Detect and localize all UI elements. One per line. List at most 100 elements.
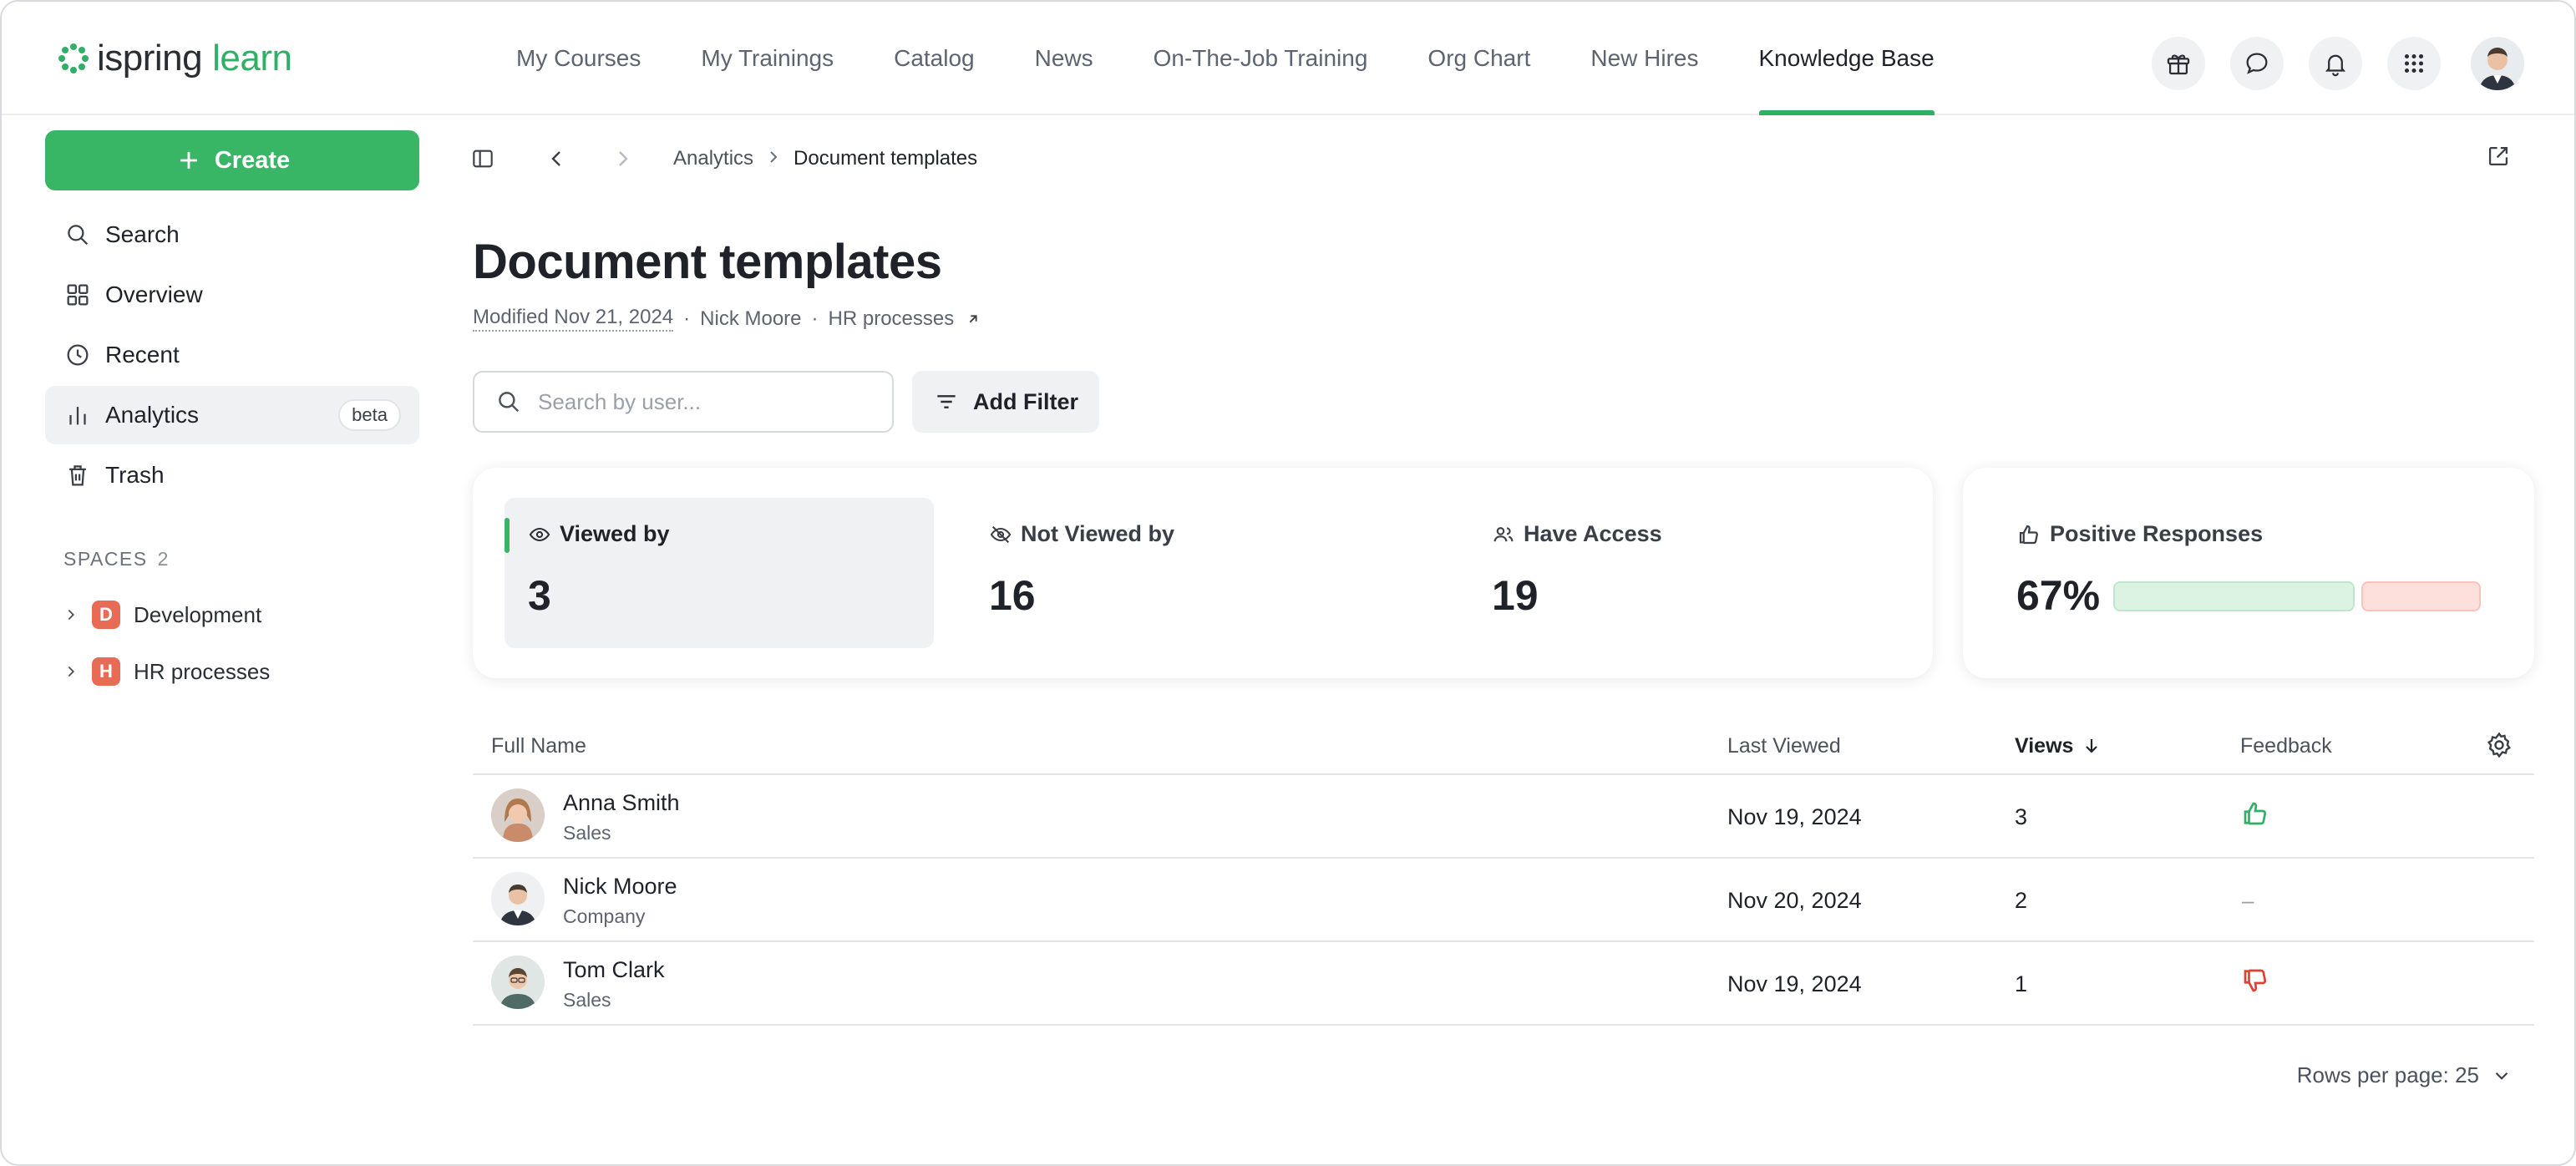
table-row[interactable]: Nick Moore Company Nov 20, 2024 2 – — [473, 859, 2534, 942]
stat-label-text: Viewed by — [560, 521, 670, 546]
chevron-right-icon[interactable] — [62, 662, 80, 681]
nav-news[interactable]: News — [1005, 2, 1123, 115]
stat-not-viewed-by[interactable]: Not Viewed by 16 — [966, 498, 1400, 648]
feedback-cell — [2240, 772, 2270, 855]
add-filter-button[interactable]: Add Filter — [912, 371, 1099, 433]
user-name: Tom Clark — [563, 957, 665, 982]
positive-responses-card: Positive Responses 67% — [1963, 468, 2534, 678]
user-photo — [491, 872, 545, 925]
breadcrumb: Analytics Document templates — [673, 147, 977, 171]
table-row[interactable]: Anna Smith Sales Nov 19, 2024 3 — [473, 775, 2534, 859]
add-filter-label: Add Filter — [973, 388, 1078, 414]
stat-label: Not Viewed by — [989, 521, 1174, 547]
column-views-label: Views — [2015, 733, 2074, 758]
notifications-button[interactable] — [2309, 37, 2362, 90]
page-title: Document templates — [473, 235, 942, 289]
chevron-right-icon[interactable] — [62, 606, 80, 624]
sidebar-item-recent[interactable]: Recent — [45, 326, 419, 384]
nav-my-trainings[interactable]: My Trainings — [671, 2, 864, 115]
search-icon — [499, 392, 520, 413]
gear-icon — [2487, 732, 2512, 758]
external-link-icon — [2488, 146, 2508, 166]
space-badge: D — [92, 601, 120, 629]
meta-separator: · — [811, 307, 819, 330]
logo-text-learn: learn — [212, 38, 292, 79]
chevron-down-icon — [2495, 1072, 2508, 1080]
table-settings-button[interactable] — [2484, 730, 2516, 762]
bar-chart-icon — [69, 407, 86, 425]
sidebar-item-overview[interactable]: Overview — [45, 266, 419, 324]
nav-knowledge-base[interactable]: Knowledge Base — [1729, 2, 1965, 115]
sidebar-item-label: Trash — [105, 462, 165, 488]
column-views[interactable]: Views — [2015, 717, 2102, 775]
clock-icon — [67, 344, 89, 366]
eye-off-icon — [990, 525, 1012, 543]
positive-responses-fill — [2113, 581, 2355, 611]
thumbs-up-icon — [2019, 525, 2038, 544]
user-avatar[interactable] — [2471, 37, 2524, 90]
filter-icon — [937, 395, 956, 408]
sidebar-item-label: Search — [105, 221, 180, 247]
back-button[interactable] — [540, 142, 573, 175]
nav-new-hires[interactable]: New Hires — [1560, 2, 1728, 115]
rows-per-page-select[interactable]: Rows per page: 25 — [2297, 1062, 2513, 1088]
space-link[interactable]: HR processes — [829, 307, 955, 331]
stat-have-access[interactable]: Have Access 19 — [1468, 498, 1903, 648]
nav-org-chart[interactable]: Org Chart — [1397, 2, 1560, 115]
table-row[interactable]: Tom Clark Sales Nov 19, 2024 1 — [473, 942, 2534, 1026]
feedback-cell: – — [2242, 887, 2254, 913]
top-bar: ispring learn My Courses My Trainings Cat… — [2, 2, 2574, 115]
rows-per-page-label: Rows per page: 25 — [2296, 1062, 2479, 1087]
space-item-development[interactable]: D Development — [62, 596, 261, 633]
modified-date[interactable]: Modified Nov 21, 2024 — [473, 306, 674, 332]
column-last-viewed[interactable]: Last Viewed — [1727, 717, 1841, 775]
sidebar-menu: Search Overview Recent Analytics beta Tr… — [45, 205, 419, 506]
column-full-name[interactable]: Full Name — [491, 717, 586, 775]
viewers-table: Full Name Last Viewed Views Feedback Ann… — [473, 717, 2534, 1026]
sort-arrow-down-icon — [2086, 739, 2098, 753]
toggle-sidebar-button[interactable] — [466, 142, 499, 175]
app-logo[interactable]: ispring learn — [57, 38, 292, 79]
stat-label-text: Not Viewed by — [1021, 521, 1175, 546]
trash-icon — [69, 465, 86, 486]
spaces-count: 2 — [157, 548, 169, 570]
breadcrumb-separator — [763, 147, 783, 171]
chevron-right-icon — [619, 151, 628, 166]
nav-on-the-job-training[interactable]: On-The-Job Training — [1123, 2, 1398, 115]
user-department: Sales — [563, 989, 611, 1011]
stat-value: 3 — [528, 572, 551, 619]
sidebar-item-trash[interactable]: Trash — [45, 446, 419, 504]
last-viewed-cell: Nov 20, 2024 — [1727, 887, 1862, 913]
space-label: Development — [134, 601, 262, 627]
spaces-heading: SPACES 2 — [63, 548, 168, 570]
stat-viewed-by[interactable]: Viewed by 3 — [505, 498, 934, 648]
users-icon — [1493, 526, 1514, 541]
breadcrumb-current: Document templates — [794, 147, 978, 170]
beta-badge: beta — [338, 399, 401, 431]
space-item-hr-processes[interactable]: H HR processes — [62, 653, 270, 690]
sidebar-item-analytics[interactable]: Analytics beta — [45, 386, 419, 444]
avatar — [491, 956, 545, 1009]
user-name: Anna Smith — [563, 790, 680, 815]
breadcrumb-analytics[interactable]: Analytics — [673, 147, 753, 170]
stat-label: Viewed by — [528, 521, 670, 547]
stat-value: 16 — [989, 572, 1036, 619]
arrow-up-right-icon[interactable] — [964, 310, 982, 328]
create-button[interactable]: Create — [45, 130, 419, 190]
space-badge: H — [92, 657, 120, 686]
search-by-user-field[interactable] — [473, 371, 894, 433]
feedback-cell — [2240, 939, 2270, 1022]
sidebar-item-search[interactable]: Search — [45, 205, 419, 264]
nav-catalog[interactable]: Catalog — [864, 2, 1005, 115]
open-in-new-window-button[interactable] — [2484, 142, 2518, 175]
nav-my-courses[interactable]: My Courses — [486, 2, 671, 115]
forward-button[interactable] — [606, 142, 640, 175]
meta-separator: · — [683, 307, 691, 330]
gift-button[interactable] — [2152, 37, 2205, 90]
logo-flower-icon — [58, 43, 89, 74]
chat-button[interactable] — [2230, 37, 2284, 90]
search-input[interactable] — [538, 388, 855, 415]
stat-label: Positive Responses — [2016, 521, 2263, 547]
apps-button[interactable] — [2387, 37, 2441, 90]
column-feedback[interactable]: Feedback — [2240, 717, 2332, 775]
